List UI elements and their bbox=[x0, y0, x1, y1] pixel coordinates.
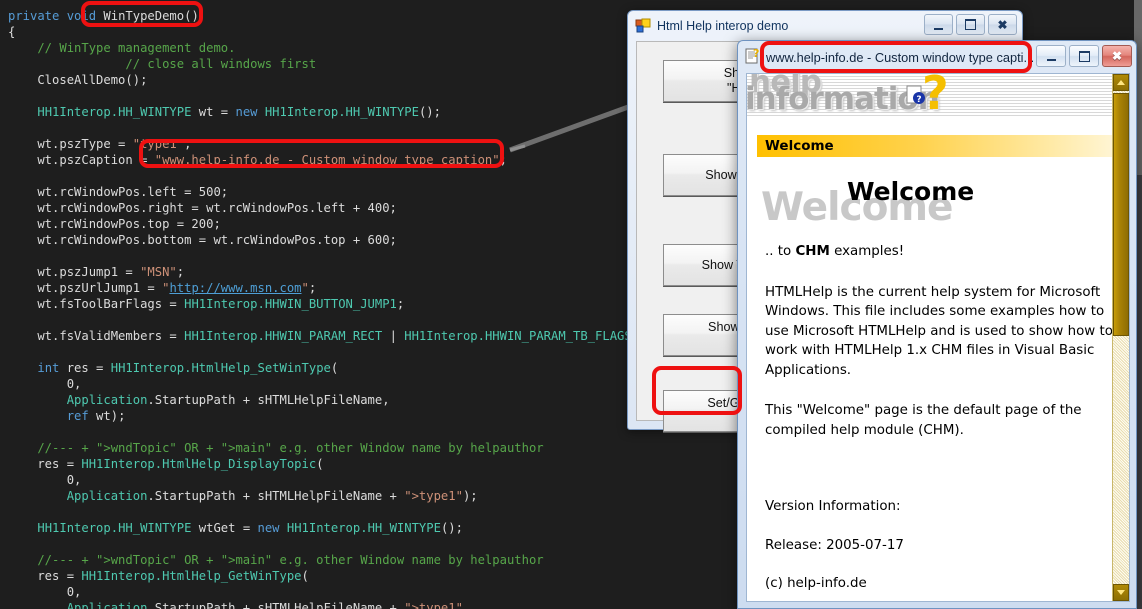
paragraph-release: Release: 2005-07-17 bbox=[765, 537, 904, 553]
banner-question-mark: ? bbox=[922, 74, 949, 119]
scroll-down-arrow-icon[interactable] bbox=[1113, 584, 1129, 601]
editor-background-strip bbox=[625, 432, 740, 609]
help-scrollbar-thumb[interactable] bbox=[1113, 93, 1129, 336]
demo-window-titlebar[interactable]: Html Help interop demo ✖ bbox=[631, 14, 1019, 38]
chm-prefix: .. to bbox=[765, 244, 796, 259]
help-window-controls[interactable]: ✖ bbox=[1036, 45, 1132, 67]
help-window-title: www.help-info.de - Custom window type ca… bbox=[766, 49, 1035, 65]
help-document-icon: ? bbox=[744, 47, 762, 66]
banner-doc-icon: ? bbox=[906, 85, 926, 105]
help-banner: help information ? ? bbox=[747, 74, 1129, 119]
scroll-up-arrow-icon[interactable] bbox=[1113, 74, 1129, 91]
chm-suffix: examples! bbox=[829, 244, 905, 259]
demo-close-button[interactable]: ✖ bbox=[988, 14, 1017, 35]
paragraph-version: Version Information: bbox=[765, 499, 901, 514]
help-close-button[interactable]: ✖ bbox=[1102, 45, 1132, 67]
chm-bold: CHM bbox=[795, 244, 830, 259]
demo-minimize-button[interactable] bbox=[924, 14, 953, 35]
help-window-content: help information ? ? Welcome Welcome Wel… bbox=[746, 73, 1130, 602]
demo-window-controls[interactable]: ✖ bbox=[924, 14, 1017, 35]
demo-window-title: Html Help interop demo bbox=[657, 19, 789, 33]
topic-title-bar: Welcome bbox=[757, 135, 1119, 157]
chm-help-window[interactable]: ? www.help-info.de - Custom window type … bbox=[737, 40, 1137, 609]
help-minimize-button[interactable] bbox=[1036, 45, 1066, 67]
paragraph-default: This "Welcome" page is the default page … bbox=[765, 403, 1082, 438]
topic-title-text: Welcome bbox=[765, 138, 834, 154]
winforms-app-icon bbox=[635, 18, 651, 34]
help-maximize-button[interactable] bbox=[1069, 45, 1099, 67]
svg-text:?: ? bbox=[916, 95, 921, 105]
demo-maximize-button[interactable] bbox=[956, 14, 985, 35]
paragraph-copyright: (c) help-info.de bbox=[765, 576, 867, 591]
paragraph-chm: .. to CHM examples! bbox=[765, 242, 1117, 262]
topic-heading: Welcome bbox=[847, 177, 975, 206]
help-topic-body: Welcome Welcome .. to CHM examples! HTML… bbox=[747, 177, 1129, 594]
svg-text:?: ? bbox=[753, 48, 759, 60]
screenshot-stage: private void WinTypeDemo(){ // WinType m… bbox=[0, 0, 1142, 609]
help-window-titlebar[interactable]: ? www.help-info.de - Custom window type … bbox=[741, 44, 1133, 70]
help-scrollbar[interactable] bbox=[1112, 74, 1129, 601]
paragraph-intro: HTMLHelp is the current help system for … bbox=[765, 284, 1113, 378]
